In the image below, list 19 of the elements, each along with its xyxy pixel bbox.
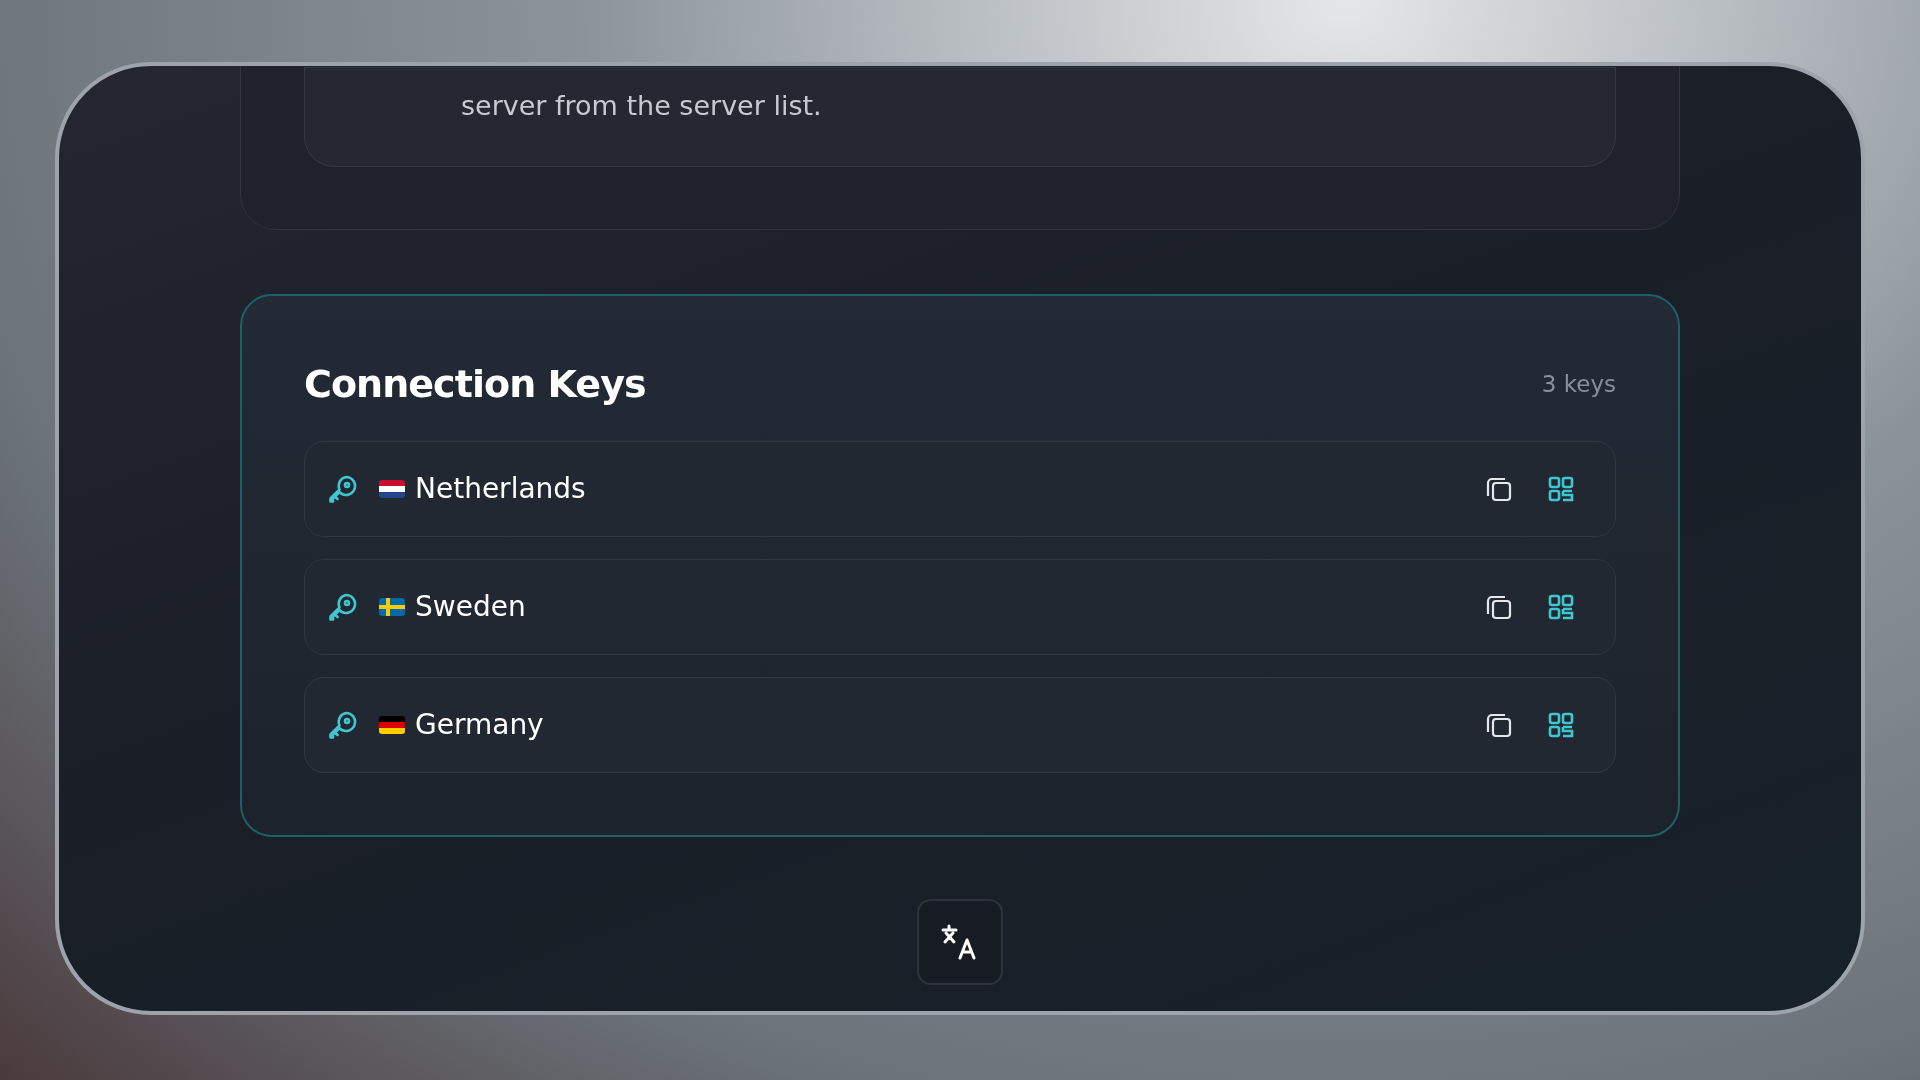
key-row[interactable]: Sweden (304, 559, 1616, 655)
key-icon (327, 591, 359, 623)
flag-icon (379, 598, 405, 616)
notice-text: server from the server list. (461, 89, 823, 123)
qr-code-icon (1548, 476, 1574, 502)
key-row[interactable]: Germany (304, 677, 1616, 773)
key-icon (327, 473, 359, 505)
flag-icon (379, 716, 405, 734)
qr-code-icon (1548, 712, 1574, 738)
language-button[interactable] (917, 899, 1003, 985)
key-count: 3 keys (1541, 370, 1616, 400)
qr-code-icon (1548, 594, 1574, 620)
key-name: Netherlands (415, 471, 586, 507)
key-row[interactable]: Netherlands (304, 441, 1616, 537)
key-icon (327, 709, 359, 741)
key-name: Germany (415, 707, 544, 743)
panel-title: Connection Keys (304, 361, 646, 408)
key-name: Sweden (415, 589, 526, 625)
flag-icon (379, 480, 405, 498)
